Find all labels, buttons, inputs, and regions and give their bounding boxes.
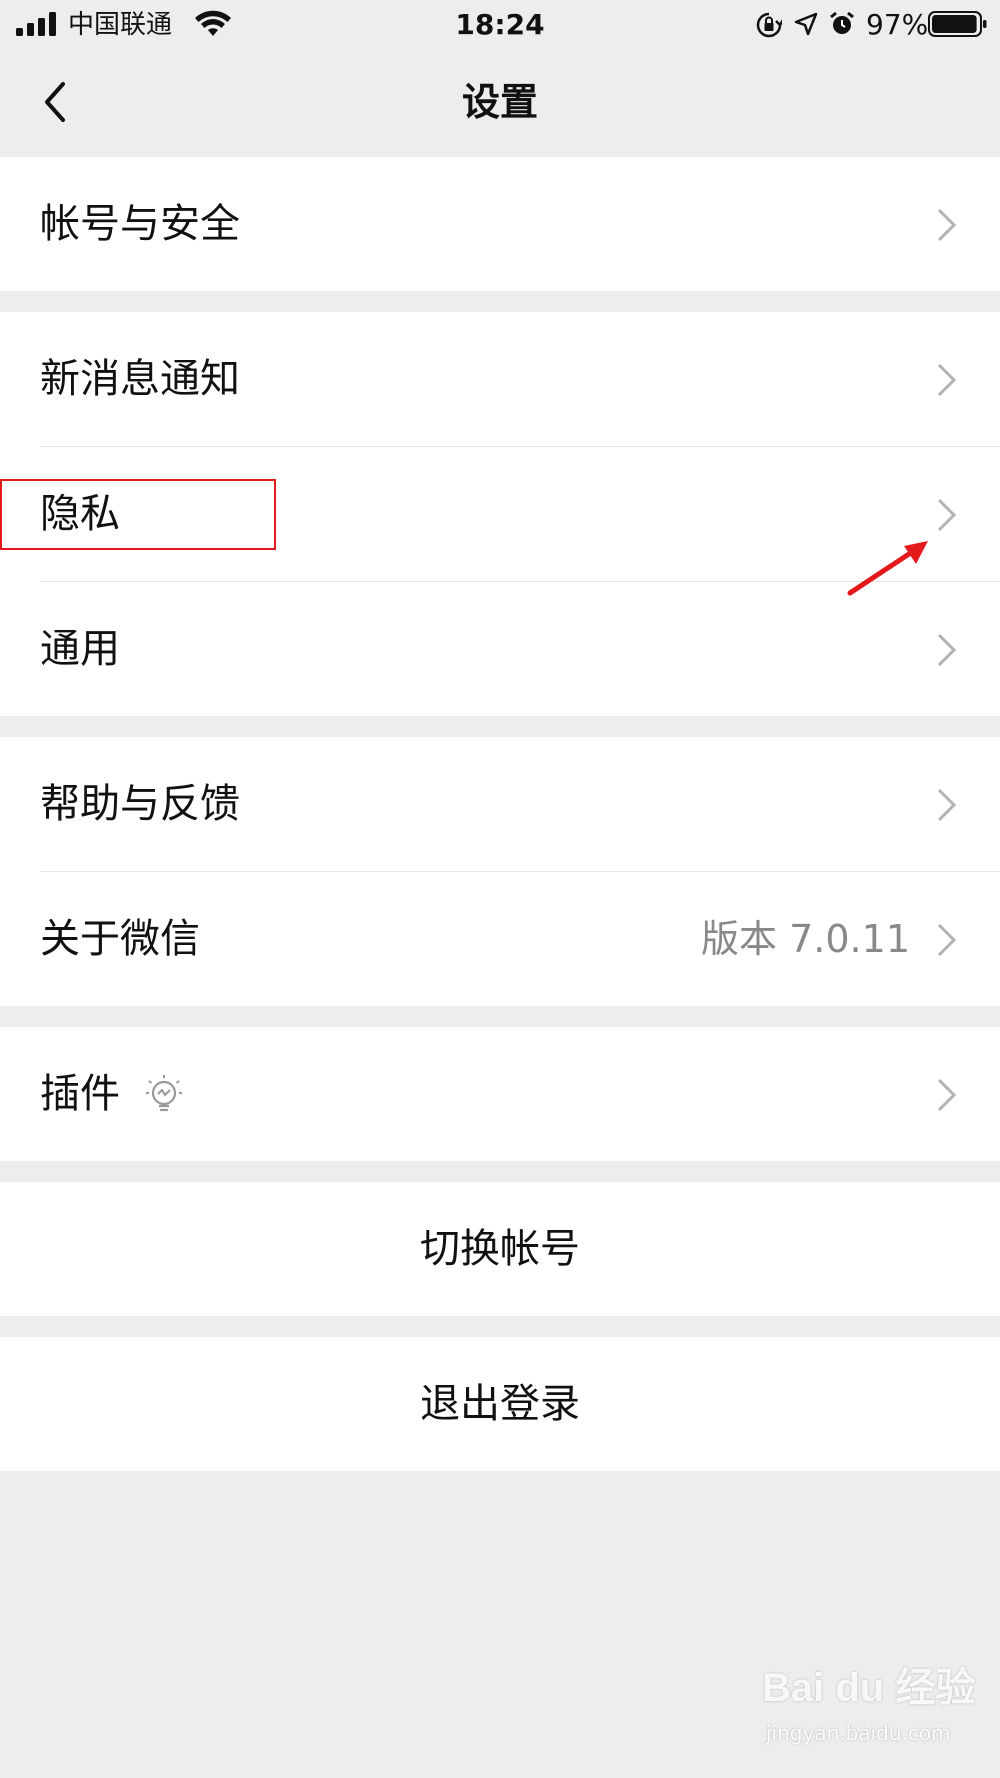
back-button[interactable] [30, 72, 90, 132]
status-bar: 中国联通 18:24 97% [0, 0, 1000, 50]
cell-plugins[interactable]: 插件 [0, 1027, 1000, 1161]
logout-button[interactable]: 退出登录 [0, 1337, 1000, 1471]
settings-group-help: 帮助与反馈 关于微信 版本 7.0.11 [0, 737, 1000, 1006]
switch-account-group: 切换帐号 [0, 1182, 1000, 1316]
version-value: 版本 7.0.11 [701, 917, 910, 961]
chevron-right-icon [937, 923, 957, 957]
chevron-right-icon [937, 208, 957, 242]
cell-label: 帐号与安全 [40, 201, 240, 247]
cell-about-wechat[interactable]: 关于微信 版本 7.0.11 [0, 872, 1000, 1006]
wifi-icon [195, 10, 231, 36]
chevron-left-icon [45, 82, 65, 122]
baidu-jingyan-watermark: Bai du 经验 jingyan.baidu.com [762, 1660, 982, 1760]
logout-group: 退出登录 [0, 1337, 1000, 1471]
alarm-icon [830, 11, 854, 34]
cell-label: 关于微信 [40, 916, 200, 962]
chevron-right-icon [937, 498, 957, 532]
location-icon [794, 12, 818, 36]
cell-label: 帮助与反馈 [40, 781, 240, 827]
settings-group-account: 帐号与安全 [0, 157, 1000, 291]
switch-account-button[interactable]: 切换帐号 [0, 1182, 1000, 1316]
lightbulb-icon [146, 1075, 182, 1112]
carrier-label: 中国联通 [68, 10, 173, 40]
cell-new-message-notify[interactable]: 新消息通知 [0, 312, 1000, 446]
navigation-bar: 设置 [0, 50, 1000, 156]
rotation-lock-icon [756, 12, 782, 38]
red-arrow-icon [847, 541, 928, 596]
watermark-logo: Bai du 经验 [762, 1666, 976, 1710]
settings-group-plugins: 插件 [0, 1027, 1000, 1161]
cell-label: 通用 [40, 626, 120, 672]
cell-account-security[interactable]: 帐号与安全 [0, 157, 1000, 291]
signal-icon [16, 12, 56, 36]
chevron-right-icon [937, 633, 957, 667]
watermark-url: jingyan.baidu.com [766, 1721, 951, 1745]
battery-percent: 97% [866, 8, 929, 41]
cell-help-feedback[interactable]: 帮助与反馈 [0, 737, 1000, 871]
status-time: 18:24 [455, 8, 545, 41]
cell-label: 插件 [40, 1071, 120, 1117]
page-title: 设置 [461, 80, 538, 124]
chevron-right-icon [937, 363, 957, 397]
privacy-highlight-box [0, 479, 276, 550]
battery-icon [928, 11, 987, 37]
chevron-right-icon [937, 1078, 957, 1112]
chevron-right-icon [937, 788, 957, 822]
cell-label: 新消息通知 [40, 356, 240, 402]
